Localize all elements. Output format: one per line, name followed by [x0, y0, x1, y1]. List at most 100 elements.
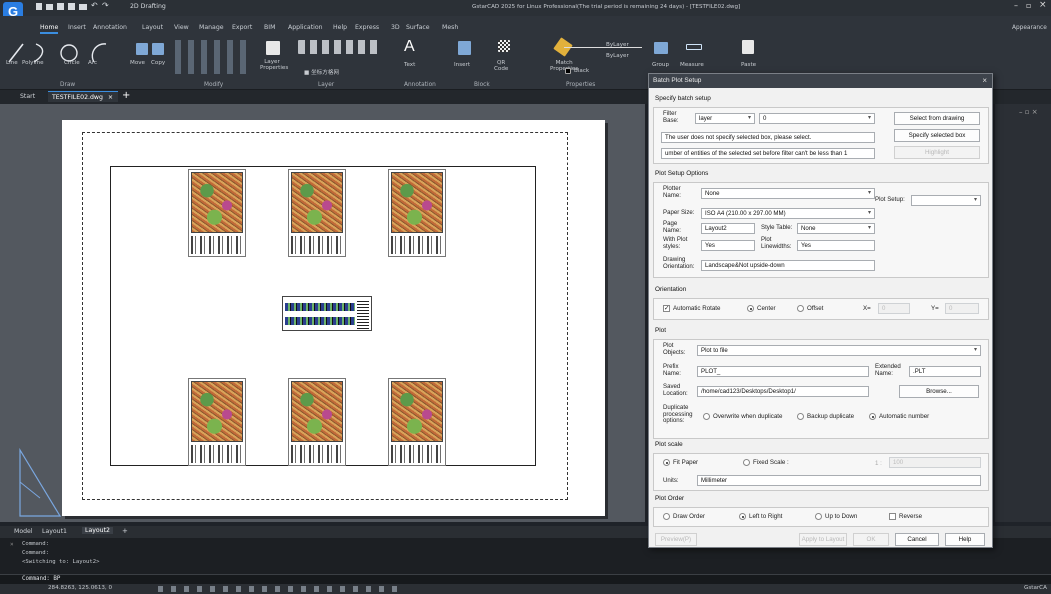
- measure-button[interactable]: Measure: [680, 62, 704, 68]
- appearance-menu[interactable]: Appearance: [1012, 25, 1047, 31]
- browse-button[interactable]: Browse...: [899, 385, 979, 398]
- tab-annotation[interactable]: Annotation: [93, 24, 127, 31]
- apply-to-layout-button[interactable]: Apply to Layout: [799, 533, 847, 546]
- select-from-drawing-button[interactable]: Select from drawing: [894, 112, 980, 125]
- layer-properties-button[interactable]: Layer Properties: [260, 59, 288, 71]
- tab-mesh[interactable]: Mesh: [442, 24, 458, 31]
- backup-duplicate-radio[interactable]: [797, 413, 804, 420]
- plot-setup-select[interactable]: [911, 195, 981, 206]
- automatic-number-radio[interactable]: [869, 413, 876, 420]
- reverse-checkbox[interactable]: [889, 513, 896, 520]
- lineweight-value[interactable]: ByLayer: [606, 53, 629, 59]
- linetype-select[interactable]: [564, 42, 642, 48]
- polyline-button[interactable]: Polyline: [22, 60, 44, 66]
- paper-size-select[interactable]: ISO A4 (210.00 x 297.00 MM): [701, 208, 875, 219]
- command-prompt[interactable]: Command: BP: [0, 574, 1051, 584]
- scale-value-field[interactable]: 100: [889, 457, 981, 468]
- fit-paper-radio[interactable]: [663, 459, 670, 466]
- tab-application[interactable]: Application: [288, 24, 323, 31]
- preview-button[interactable]: Preview(P): [655, 533, 697, 546]
- open-icon[interactable]: [46, 4, 53, 10]
- offset-radio[interactable]: [797, 305, 804, 312]
- draw-order-radio[interactable]: [663, 513, 670, 520]
- text-button[interactable]: Text: [404, 62, 415, 68]
- tab-layout1[interactable]: Layout1: [42, 528, 67, 535]
- tab-bim[interactable]: BIM: [264, 24, 275, 31]
- filter-value-select[interactable]: 0: [759, 113, 875, 124]
- drawing-orientation-field[interactable]: Landscape&Not upside-down: [701, 260, 875, 271]
- tab-insert[interactable]: Insert: [68, 24, 86, 31]
- new-icon[interactable]: [36, 3, 42, 10]
- draw-group-label[interactable]: Draw: [60, 82, 75, 88]
- layer-icons-row[interactable]: [298, 40, 382, 54]
- color-select[interactable]: Black: [574, 68, 589, 74]
- highlight-button[interactable]: Highlight: [894, 146, 980, 159]
- quick-access-toolbar[interactable]: ↶ ↷: [36, 1, 116, 11]
- add-layout-tab[interactable]: +: [122, 527, 128, 535]
- units-field[interactable]: Millimeter: [697, 475, 981, 486]
- plotter-name-select[interactable]: None: [701, 188, 875, 199]
- workspace-select[interactable]: 2D Drafting: [130, 3, 166, 10]
- fixed-scale-radio[interactable]: [743, 459, 750, 466]
- close-tab-icon[interactable]: ×: [108, 94, 113, 101]
- dialog-title-bar[interactable]: Batch Plot Setup ×: [649, 74, 992, 88]
- paste-button[interactable]: Paste: [741, 62, 756, 68]
- save-icon[interactable]: [57, 3, 64, 10]
- modify-group-label[interactable]: Modify: [204, 82, 223, 88]
- close-window-button[interactable]: ×: [1039, 0, 1047, 10]
- layer-group-label[interactable]: Layer: [318, 82, 334, 88]
- up-to-down-radio[interactable]: [815, 513, 822, 520]
- tab-manage[interactable]: Manage: [199, 24, 224, 31]
- y-offset-field[interactable]: 0: [945, 303, 979, 314]
- tab-express[interactable]: Express: [355, 24, 379, 31]
- cancel-button[interactable]: Cancel: [895, 533, 939, 546]
- style-table-select[interactable]: None: [797, 223, 875, 234]
- layer-current-select[interactable]: ■ 坐标方格网: [304, 68, 339, 76]
- group-button[interactable]: Group: [652, 62, 669, 68]
- modify-small-icons[interactable]: [172, 40, 252, 74]
- automatic-rotate-checkbox[interactable]: [663, 304, 670, 312]
- tab-help[interactable]: Help: [333, 24, 347, 31]
- block-group-label[interactable]: Block: [474, 82, 490, 88]
- tab-view[interactable]: View: [174, 24, 189, 31]
- filter-base-select[interactable]: layer: [695, 113, 755, 124]
- redo-icon[interactable]: ↷: [102, 1, 109, 10]
- plot-objects-select[interactable]: Plot to file: [697, 345, 981, 356]
- saveas-icon[interactable]: [68, 3, 75, 10]
- line-button[interactable]: Line: [6, 60, 18, 66]
- specify-selected-box-button[interactable]: Specify selected box: [894, 129, 980, 142]
- page-name-field[interactable]: Layout2: [701, 223, 755, 234]
- tab-3d[interactable]: 3D: [391, 24, 400, 31]
- overwrite-radio[interactable]: [703, 413, 710, 420]
- undo-icon[interactable]: ↶: [91, 1, 98, 10]
- tab-layout[interactable]: Layout: [142, 24, 163, 31]
- qr-code-button[interactable]: QR Code: [494, 60, 508, 72]
- insert-button[interactable]: Insert: [454, 62, 470, 68]
- help-button[interactable]: Help: [945, 533, 985, 546]
- left-to-right-radio[interactable]: [739, 513, 746, 520]
- ok-button[interactable]: OK: [853, 533, 889, 546]
- tab-layout2[interactable]: Layout2: [82, 527, 113, 534]
- with-plot-styles-field[interactable]: Yes: [701, 240, 755, 251]
- minimize-button[interactable]: –: [1014, 1, 1018, 10]
- status-toggle-icons[interactable]: [158, 586, 398, 592]
- prefix-name-field[interactable]: PLOT_: [697, 366, 869, 377]
- new-tab-button[interactable]: +: [122, 90, 130, 101]
- x-offset-field[interactable]: 0: [878, 303, 910, 314]
- copy-button[interactable]: Copy: [151, 60, 165, 66]
- tab-surface[interactable]: Surface: [406, 24, 430, 31]
- properties-group-label[interactable]: Properties: [566, 82, 595, 88]
- panel-minimize-button[interactable]: – ▫ ×: [1019, 108, 1038, 116]
- tab-model[interactable]: Model: [14, 528, 33, 535]
- center-radio[interactable]: [747, 305, 754, 312]
- tab-start[interactable]: Start: [20, 93, 35, 100]
- tab-testfile02[interactable]: TESTFILE02.dwg ×: [48, 91, 118, 102]
- move-button[interactable]: Move: [130, 60, 145, 66]
- annotation-group-label[interactable]: Annotation: [404, 82, 436, 88]
- restore-button[interactable]: ▫: [1026, 1, 1031, 10]
- arc-button[interactable]: Arc: [88, 60, 97, 66]
- circle-button[interactable]: Circle: [64, 60, 80, 66]
- dialog-close-button[interactable]: ×: [982, 74, 987, 88]
- extended-name-field[interactable]: .PLT: [909, 366, 981, 377]
- saved-location-field[interactable]: /home/cad123/Desktops/Desktop1/: [697, 386, 869, 397]
